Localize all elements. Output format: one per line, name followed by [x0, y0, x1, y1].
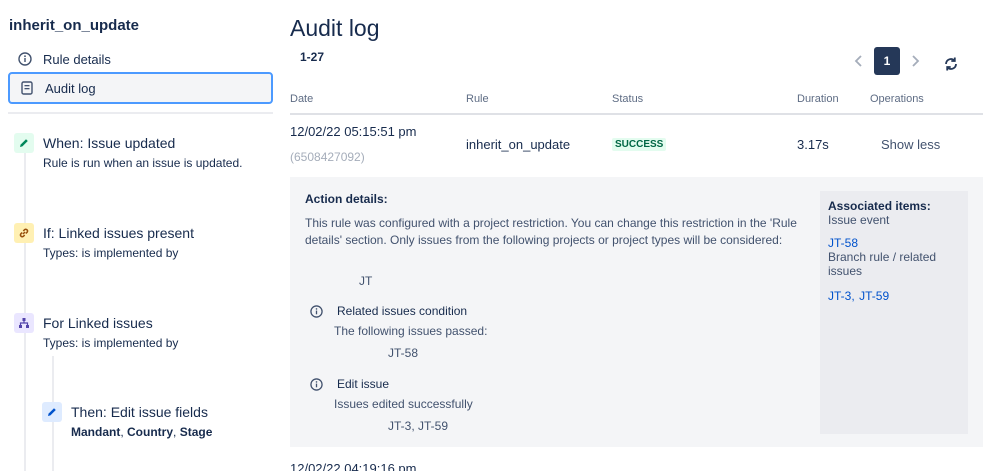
refresh-icon[interactable] [941, 54, 961, 74]
table-header-divider [290, 113, 983, 115]
step-title: If: Linked issues present [43, 225, 194, 241]
sidebar-item-rule-details[interactable]: Rule details [8, 44, 273, 74]
info-icon [18, 52, 32, 66]
action-details-title: Action details: [305, 192, 388, 206]
detail-item-subtitle: Issues edited successfully [334, 397, 473, 411]
column-header-operations: Operations [870, 93, 924, 105]
row-duration: 3.17s [797, 137, 829, 152]
row-date: 12/02/22 04:19:16 pm [290, 461, 417, 471]
step-title: For Linked issues [43, 315, 153, 331]
detail-item-value: JT-58 [388, 346, 419, 360]
row-execution-id: (6508427092) [290, 150, 365, 164]
project-key: JT [359, 274, 373, 288]
rule-name-heading: inherit_on_update [9, 17, 140, 34]
sidebar-item-audit-log[interactable]: Audit log [8, 72, 273, 104]
info-icon [309, 304, 323, 318]
timeline-line [24, 150, 26, 471]
step-title: When: Issue updated [43, 135, 176, 151]
issue-link-jt-58[interactable]: JT-58 [828, 236, 960, 250]
chevron-right-icon[interactable] [906, 50, 924, 72]
sidebar-item-label: Rule details [43, 51, 111, 67]
result-range: 1-27 [300, 50, 325, 64]
audit-log-panel: Audit log 1-27 1 Date Rule Status Durati… [290, 0, 998, 471]
link-icon [14, 223, 34, 243]
branch-rule-label: Branch rule / related issues [828, 250, 937, 278]
sidebar-item-label: Audit log [45, 80, 96, 96]
issue-event-label: Issue event [828, 213, 890, 227]
issue-link-jt-59[interactable]: JT-59 [859, 289, 889, 303]
pagination-page-button[interactable]: 1 [874, 47, 900, 75]
step-subtitle: Mandant, Country, Stage [71, 425, 213, 439]
detail-item-edit-issue: Edit issue [309, 377, 389, 391]
step-subtitle: Types: is implemented by [43, 336, 179, 350]
associated-items-title: Associated items: [828, 199, 931, 213]
associated-items-panel: Associated items: Issue event JT-58 Bran… [820, 191, 968, 434]
column-header-status: Status [612, 93, 644, 105]
show-less-link[interactable]: Show less [881, 137, 940, 152]
row-rule-name: inherit_on_update [466, 137, 571, 152]
chevron-left-icon[interactable] [850, 50, 868, 72]
sidebar-divider [8, 112, 273, 114]
page-title: Audit log [290, 15, 380, 41]
restriction-text: This rule was configured with a project … [305, 216, 797, 247]
step-subtitle: Rule is run when an issue is updated. [43, 156, 243, 170]
branch-links: JT-3, JT-59 [828, 287, 960, 305]
pencil-icon [42, 402, 62, 422]
sidebar: inherit_on_update Rule details Audit log… [0, 0, 280, 471]
detail-item-subtitle: The following issues passed: [334, 324, 488, 338]
step-subtitle: Types: is implemented by [43, 246, 179, 260]
pencil-icon [14, 133, 34, 153]
row-date: 12/02/22 05:15:51 pm [290, 124, 417, 139]
detail-item-title: Edit issue [337, 377, 390, 391]
column-header-duration: Duration [797, 93, 839, 105]
document-icon [20, 81, 34, 95]
detail-item-related-issues: Related issues condition [309, 304, 467, 318]
info-icon [309, 377, 323, 391]
action-details-panel: Action details: This rule was configured… [290, 177, 983, 447]
status-badge: SUCCESS [612, 138, 667, 151]
issue-link-jt-3[interactable]: JT-3, [828, 289, 855, 303]
detail-item-value: JT-3, JT-59 [388, 419, 449, 433]
detail-item-title: Related issues condition [337, 304, 468, 318]
column-header-rule: Rule [466, 93, 489, 105]
column-header-date: Date [290, 93, 314, 105]
hierarchy-icon [14, 313, 34, 333]
step-title: Then: Edit issue fields [71, 404, 208, 420]
